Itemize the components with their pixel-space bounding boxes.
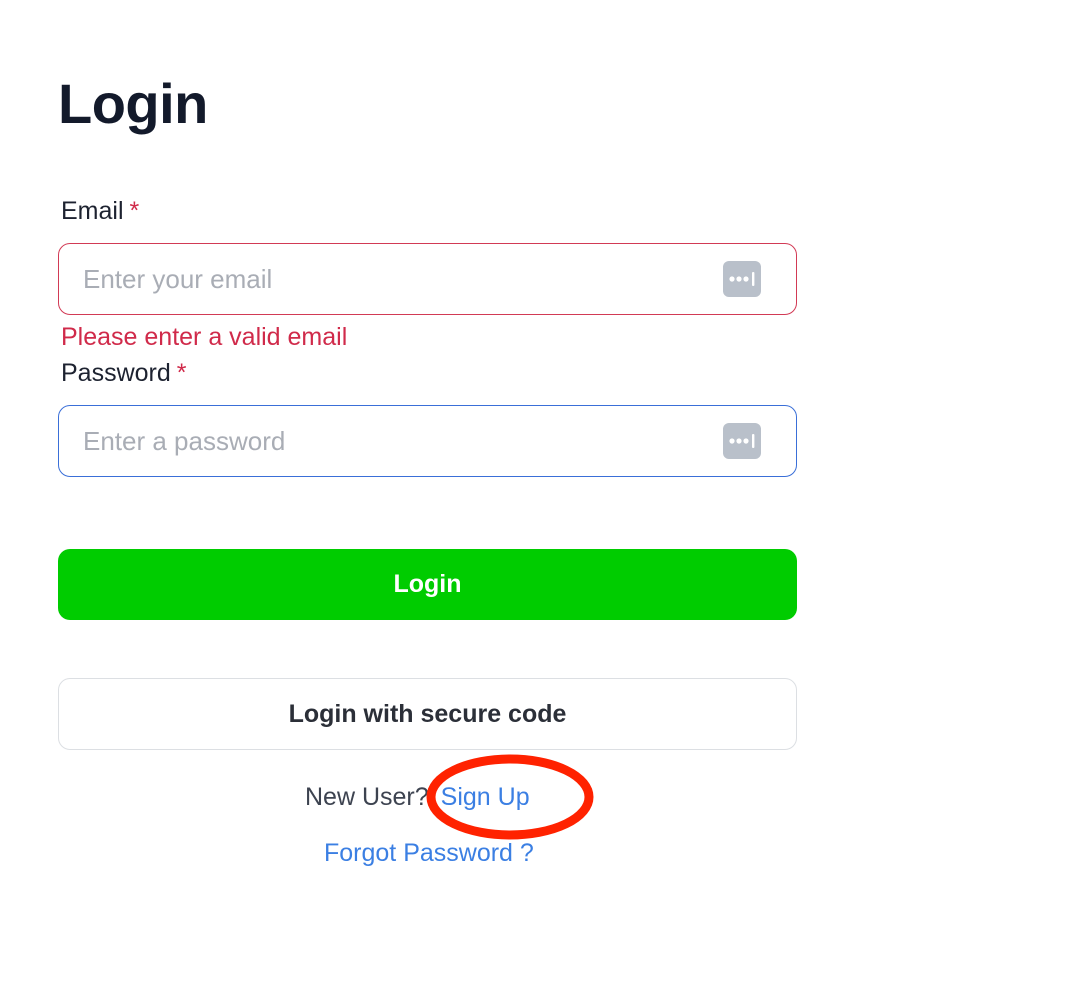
password-label-text: Password: [61, 359, 171, 387]
signup-prompt: New User? Sign Up: [305, 781, 530, 813]
password-manager-glyph: [729, 272, 755, 286]
email-label: Email *: [61, 195, 139, 227]
password-manager-icon[interactable]: [723, 261, 761, 297]
email-label-text: Email: [61, 197, 124, 225]
password-manager-glyph: [729, 434, 755, 448]
password-manager-icon[interactable]: [723, 423, 761, 459]
page-title: Login: [58, 72, 208, 135]
login-with-secure-code-button[interactable]: Login with secure code: [58, 678, 797, 750]
email-error-message: Please enter a valid email: [61, 323, 348, 351]
email-input[interactable]: [83, 244, 703, 314]
email-required-mark: *: [129, 197, 140, 225]
new-user-text: New User?: [305, 783, 429, 811]
password-required-mark: *: [176, 359, 187, 387]
password-field-container: [58, 405, 797, 477]
login-button[interactable]: Login: [58, 549, 797, 620]
forgot-password-link[interactable]: Forgot Password ?: [324, 837, 534, 869]
password-label: Password *: [61, 357, 187, 389]
sign-up-link[interactable]: Sign Up: [441, 783, 530, 811]
password-input[interactable]: [83, 406, 703, 476]
email-field-container: [58, 243, 797, 315]
